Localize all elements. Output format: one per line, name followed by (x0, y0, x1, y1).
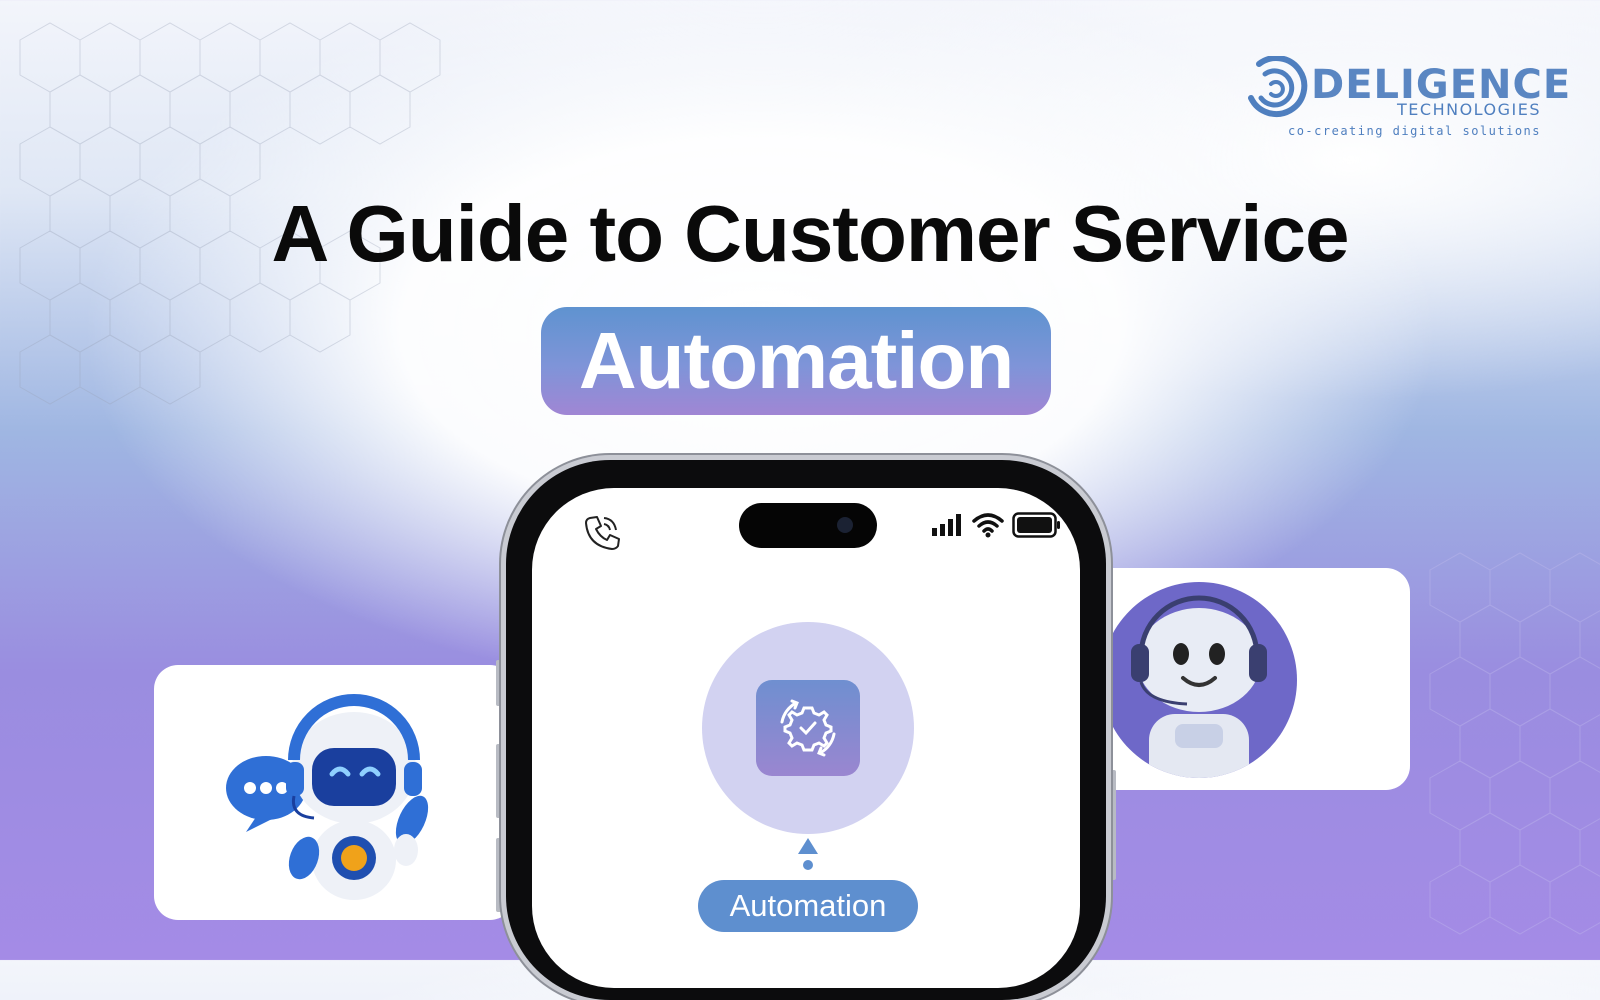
phone-side-button (496, 838, 502, 912)
deligence-logo-mark-icon (1248, 56, 1308, 117)
brand-tagline: co-creating digital solutions (1287, 124, 1541, 138)
arrow-up-icon (798, 838, 818, 870)
dynamic-island (739, 503, 877, 548)
camera-icon (837, 517, 853, 533)
automation-app-icon[interactable] (756, 680, 860, 776)
gear-check-icon (780, 699, 836, 757)
support-robot-avatar-icon (1101, 582, 1297, 778)
wifi-icon (972, 513, 1004, 538)
hex-pattern-bottom-right (1429, 552, 1600, 935)
phone-side-button (496, 744, 502, 818)
automation-chip[interactable]: Automation (698, 880, 918, 932)
battery-icon (1012, 512, 1060, 538)
phone-side-button (496, 660, 502, 706)
phone-power-button (1110, 770, 1116, 880)
support-avatar-card (1085, 568, 1410, 790)
highlight-badge: Automation (541, 307, 1051, 415)
chatbot-robot-icon (226, 694, 429, 900)
brand-sub: TECHNOLOGIES (1397, 100, 1541, 119)
chatbot-card (154, 665, 514, 920)
signal-bars-icon (932, 514, 961, 536)
brand-logo[interactable]: DELIGENCE TECHNOLOGIES co-creating digit… (1245, 56, 1570, 142)
phone-call-icon[interactable] (582, 512, 622, 552)
page-title: A Guide to Customer Service (271, 189, 1350, 278)
